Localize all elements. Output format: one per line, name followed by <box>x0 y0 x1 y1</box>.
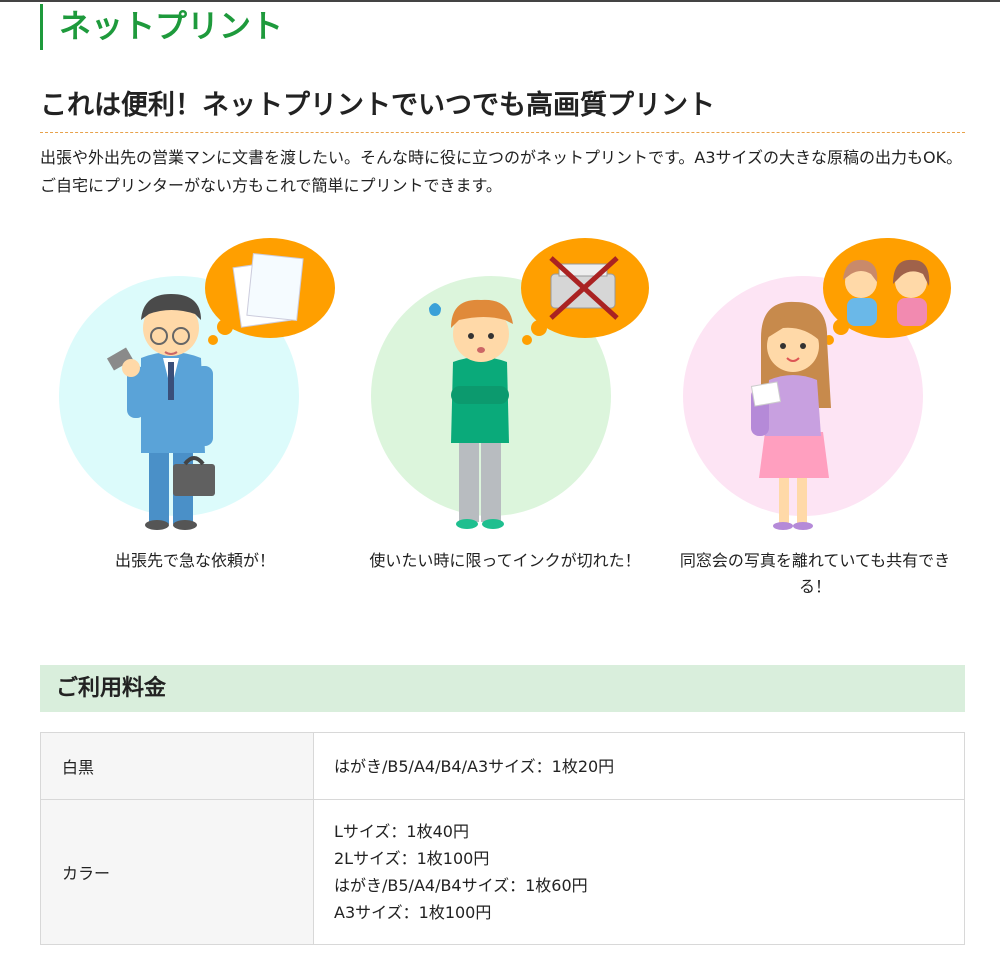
feature-caption: 同窓会の写真を離れていても共有できる！ <box>679 551 951 596</box>
woman-illustration <box>683 238 951 530</box>
top-border <box>0 0 1000 2</box>
price-line: Lサイズ：1枚40円 <box>334 822 469 841</box>
pricing-row-label: 白黒 <box>40 732 314 800</box>
pricing-row-value: Lサイズ：1枚40円 2Lサイズ：1枚100円 はがき/B5/A4/B4サイズ：… <box>313 799 965 945</box>
pricing-row-label: カラー <box>40 799 314 945</box>
pricing-table: 白黒 はがき/B5/A4/B4/A3サイズ：1枚20円 カラー Lサイズ：1枚4… <box>40 732 965 945</box>
feature-photo-sharing: 同窓会の写真を離れていても共有できる！ <box>665 228 965 608</box>
feature-caption: 使いたい時に限ってインクが切れた！ <box>369 551 641 570</box>
briefcase-icon <box>173 464 215 496</box>
page-title: ネットプリント <box>40 4 283 50</box>
feature-caption: 出張先で急な依頼が！ <box>114 551 275 570</box>
price-line: はがき/B5/A4/B4サイズ：1枚60円 <box>334 876 588 895</box>
pricing-row-color: カラー Lサイズ：1枚40円 2Lサイズ：1枚100円 はがき/B5/A4/B4… <box>40 799 965 945</box>
feature-businessman: 出張先で急な依頼が！ <box>45 228 345 608</box>
pricing-heading: ご利用料金 <box>40 665 965 712</box>
pricing-row-mono: 白黒 はがき/B5/A4/B4/A3サイズ：1枚20円 <box>40 732 965 800</box>
pricing-row-value: はがき/B5/A4/B4/A3サイズ：1枚20円 <box>313 732 965 800</box>
worried-man-illustration <box>371 238 649 529</box>
thought-bubble-icon <box>823 238 951 338</box>
price-line: 2Lサイズ：1枚100円 <box>334 849 490 868</box>
feature-out-of-ink: 使いたい時に限ってインクが切れた！ <box>355 228 655 608</box>
section-subheading: これは便利！ネットプリントでいつでも高画質プリント <box>40 86 965 133</box>
price-line: A3サイズ：1枚100円 <box>334 903 492 922</box>
price-line: はがき/B5/A4/B4/A3サイズ：1枚20円 <box>334 756 615 776</box>
businessman-illustration <box>59 238 335 530</box>
photo-icon <box>750 381 782 407</box>
intro-text: 出張や外出先の営業マンに文書を渡したい。そんな時に役に立つのがネットプリントです… <box>40 148 963 195</box>
